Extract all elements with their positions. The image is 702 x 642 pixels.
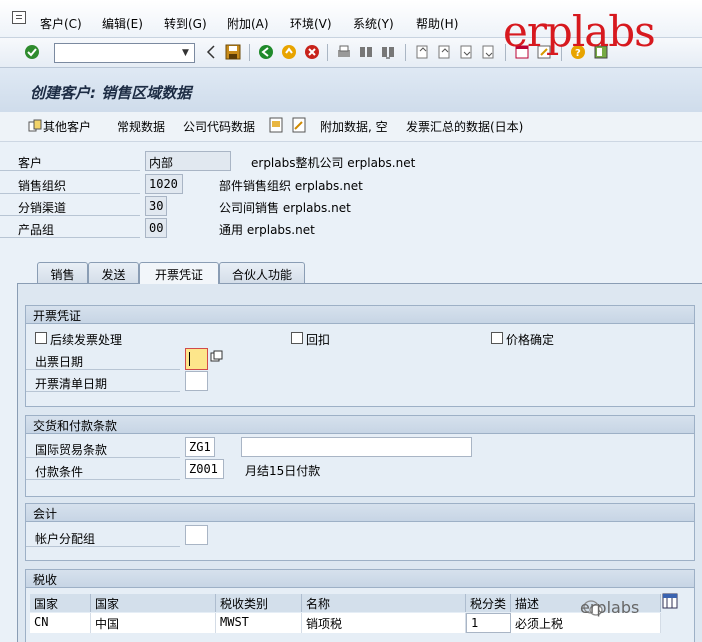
billing-group-title: 开票凭证 (26, 306, 694, 324)
distribution-channel-field[interactable]: 30 (145, 196, 167, 216)
account-assignment-group-field[interactable] (185, 525, 208, 545)
sales-org-field[interactable]: 1020 (145, 174, 183, 194)
cancel-icon[interactable] (304, 44, 320, 60)
menu-help[interactable]: 帮助(H) (416, 15, 458, 32)
customer-label: 客户 (0, 151, 140, 171)
text-cursor (189, 352, 190, 366)
exit-icon[interactable] (281, 44, 297, 60)
invoice-list-dates-field[interactable] (185, 371, 208, 391)
table-header-name: 名称 (302, 594, 466, 612)
find-next-icon[interactable] (380, 44, 396, 60)
payment-terms-label: 付款条件 (26, 460, 180, 480)
payment-terms-field[interactable]: Z001 (185, 459, 224, 479)
separator (249, 44, 250, 61)
table-cell-country: CN (30, 613, 91, 633)
table-cell-name: 销项税 (302, 613, 466, 633)
back-icon[interactable] (258, 44, 274, 60)
distribution-channel-label: 分销渠道 (0, 196, 140, 216)
tab-partner-functions[interactable]: 合伙人功能 (219, 262, 305, 283)
incoterms-field[interactable]: ZG1 (185, 437, 215, 457)
taxes-group-title: 税收 (26, 570, 694, 588)
menu-extras[interactable]: 附加(A) (227, 15, 269, 32)
document-edit-icon[interactable] (291, 117, 307, 133)
watermark-text: erplabs (580, 598, 640, 617)
table-settings-icon[interactable] (662, 593, 678, 609)
enter-icon[interactable] (24, 44, 40, 60)
tab-sales[interactable]: 销售 (37, 262, 88, 283)
rebate-checkbox[interactable] (291, 332, 303, 344)
incoterms-text-field[interactable] (241, 437, 472, 457)
rebate-label: 回扣 (306, 333, 331, 347)
additional-data-button[interactable]: 附加数据, 空 (320, 118, 388, 135)
menu-environment[interactable]: 环境(V) (290, 15, 332, 32)
tab-shipping[interactable]: 发送 (88, 262, 139, 283)
accounting-group-title: 会计 (26, 504, 694, 522)
table-cell-tax-classification[interactable]: 1 (466, 613, 511, 633)
menu-edit[interactable]: 编辑(E) (102, 15, 143, 32)
table-cell-country-name: 中国 (91, 613, 216, 633)
customer-description: erplabs整机公司 erplabs.net (251, 156, 416, 170)
menu-customer[interactable]: 客户(C) (40, 15, 82, 32)
chevron-down-icon[interactable]: ▼ (177, 44, 194, 62)
division-field[interactable]: 00 (145, 218, 167, 238)
payment-terms-description: 月结15日付款 (245, 464, 321, 478)
print-icon[interactable] (336, 44, 352, 60)
system-menu-icon[interactable] (12, 11, 26, 24)
command-field[interactable] (54, 43, 195, 63)
back-arrow-icon[interactable] (203, 44, 219, 60)
other-customer-icon (27, 118, 43, 134)
incoterms-label: 国际贸易条款 (26, 438, 180, 458)
table-cell-tax-category: MWST (216, 613, 302, 633)
next-page-icon[interactable] (458, 44, 474, 60)
subsequent-invoice-checkbox[interactable] (35, 332, 47, 344)
save-icon[interactable] (225, 44, 241, 60)
distribution-channel-description: 公司间销售 erplabs.net (219, 201, 351, 215)
table-header-tax-classification: 税分类 (466, 594, 511, 612)
account-assignment-group-label: 帐户分配组 (26, 527, 180, 547)
company-code-data-button[interactable]: 公司代码数据 (183, 118, 255, 135)
separator (405, 44, 406, 61)
prev-page-icon[interactable] (436, 44, 452, 60)
first-page-icon[interactable] (414, 44, 430, 60)
watermark-logo: erplabs (503, 7, 656, 56)
invoice-summary-button[interactable]: 发票汇总的数据(日本) (406, 118, 523, 135)
division-description: 通用 erplabs.net (219, 223, 315, 237)
delivery-payment-group-title: 交货和付款条款 (26, 416, 694, 434)
sales-org-description: 部件销售组织 erplabs.net (219, 179, 363, 193)
invoice-dates-label: 出票日期 (26, 350, 180, 370)
menu-system[interactable]: 系统(Y) (353, 15, 394, 32)
division-label: 产品组 (0, 218, 140, 238)
table-header-country-name: 国家 (91, 594, 216, 612)
invoice-list-dates-label: 开票清单日期 (26, 372, 180, 392)
subsequent-invoice-label: 后续发票处理 (50, 333, 123, 347)
find-icon[interactable] (358, 44, 374, 60)
tab-billing-documents[interactable]: 开票凭证 (139, 262, 219, 284)
last-page-icon[interactable] (480, 44, 496, 60)
price-determination-label: 价格确定 (506, 333, 555, 347)
table-header-tax-category: 税收类别 (216, 594, 302, 612)
page-title: 创建客户: 销售区域数据 (30, 84, 192, 102)
general-data-button[interactable]: 常规数据 (117, 118, 165, 135)
table-header-country: 国家 (30, 594, 91, 612)
other-customer-button[interactable]: 其他客户 (43, 118, 91, 135)
document-icon[interactable] (268, 117, 284, 133)
sales-org-label: 销售组织 (0, 174, 140, 194)
customer-field[interactable]: 内部 (145, 151, 231, 171)
separator (327, 44, 328, 61)
price-determination-checkbox[interactable] (491, 332, 503, 344)
value-help-icon[interactable] (210, 350, 223, 363)
menu-goto[interactable]: 转到(G) (164, 15, 207, 32)
